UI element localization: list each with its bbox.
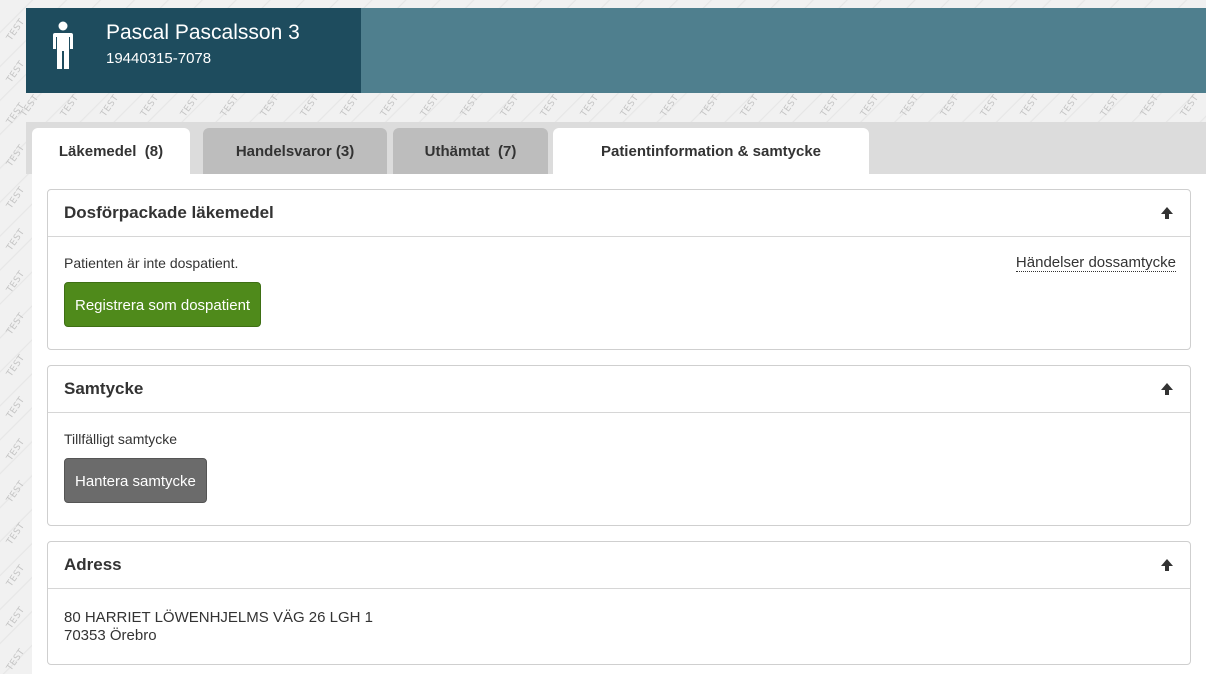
panel-body: Patienten är inte dospatient. Händelser …: [48, 237, 1190, 327]
test-watermark: TEST: [299, 93, 322, 119]
tab-label: Uthämtat (7): [424, 142, 517, 160]
test-watermark: TEST: [5, 59, 28, 85]
handelser-dossamtycke-link[interactable]: Händelser dossamtycke: [1015, 254, 1176, 272]
arrow-up-icon[interactable]: [1160, 382, 1174, 396]
test-watermark: TEST: [259, 93, 282, 119]
test-watermark: TEST: [5, 311, 28, 337]
test-watermark: TEST: [1019, 93, 1042, 119]
hantera-samtycke-button[interactable]: Hantera samtycke: [64, 458, 207, 503]
panel-dosforpackade: Dosförpackade läkemedel Patienten är int…: [47, 189, 1191, 350]
test-watermark: TEST: [5, 479, 28, 505]
tab-label: Läkemedel (8): [58, 142, 164, 160]
test-watermark: TEST: [499, 93, 522, 119]
test-watermark: TEST: [5, 227, 28, 253]
test-watermark: TEST: [5, 521, 28, 547]
test-watermark: TEST: [179, 93, 202, 119]
test-watermark: TEST: [1099, 93, 1122, 119]
test-watermark: TEST: [99, 93, 122, 119]
tab-lakemedel[interactable]: Läkemedel (8): [32, 128, 190, 174]
test-watermark: TEST: [5, 437, 28, 463]
test-watermark: TEST: [219, 93, 242, 119]
patient-personal-number: 19440315-7078: [106, 50, 212, 67]
panel-header[interactable]: Samtycke: [48, 366, 1190, 413]
test-watermark: TEST: [5, 143, 28, 169]
test-watermark: TEST: [899, 93, 922, 119]
test-watermark: TEST: [619, 93, 642, 119]
test-watermark: TEST: [5, 647, 28, 673]
test-watermark: TEST: [5, 353, 28, 379]
test-watermark: TEST: [459, 93, 482, 119]
registrera-dospatient-button[interactable]: Registrera som dospatient: [64, 282, 262, 327]
panel-header[interactable]: Dosförpackade läkemedel: [48, 190, 1190, 237]
test-watermark: TEST: [5, 563, 28, 589]
person-icon: [53, 21, 73, 69]
tab-patientinformation[interactable]: Patientinformation & samtycke: [553, 128, 869, 174]
test-watermark: TEST: [5, 17, 28, 43]
test-watermark: TEST: [1139, 93, 1162, 119]
test-watermark: TEST: [5, 269, 28, 295]
arrow-up-icon[interactable]: [1160, 558, 1174, 572]
tab-uthamtat[interactable]: Uthämtat (7): [393, 128, 548, 174]
test-watermark: TEST: [379, 93, 402, 119]
test-watermark: TEST: [339, 93, 362, 119]
test-watermark: TEST: [979, 93, 1002, 119]
test-watermark: TEST: [819, 93, 842, 119]
panel-body: 80 HARRIET LÖWENHJELMS VÄG 26 LGH 1 7035…: [48, 589, 1190, 645]
test-watermark: TEST: [579, 93, 602, 119]
test-watermark: TEST: [779, 93, 802, 119]
address-street: 80 HARRIET LÖWENHJELMS VÄG 26 LGH 1: [64, 609, 373, 626]
dos-status-text: Patienten är inte dospatient.: [64, 255, 239, 271]
tab-label: Patientinformation & samtycke: [600, 142, 822, 160]
samtycke-status-text: Tillfälligt samtycke: [64, 431, 178, 447]
panel-title: Samtycke: [64, 379, 144, 398]
tab-label: Handelsvaror (3): [235, 142, 355, 160]
test-watermark: TEST: [939, 93, 962, 119]
panel-header[interactable]: Adress: [48, 542, 1190, 589]
address-postal: 70353 Örebro: [64, 627, 157, 644]
test-watermark: TEST: [859, 93, 882, 119]
test-watermark: TEST: [59, 93, 82, 119]
panel-body: Tillfälligt samtycke Hantera samtycke: [48, 413, 1190, 503]
arrow-up-icon[interactable]: [1160, 206, 1174, 220]
panel-title: Dosförpackade läkemedel: [64, 203, 274, 222]
patient-name: Pascal Pascalsson 3: [106, 21, 300, 44]
test-watermark: TEST: [5, 395, 28, 421]
test-watermark: TEST: [659, 93, 682, 119]
panel-adress: Adress 80 HARRIET LÖWENHJELMS VÄG 26 LGH…: [47, 541, 1191, 665]
test-watermark: TEST: [539, 93, 562, 119]
test-watermark: TEST: [139, 93, 162, 119]
panel-title: Adress: [64, 555, 122, 574]
test-watermark: TEST: [739, 93, 762, 119]
test-watermark: TEST: [5, 605, 28, 631]
main-content: Dosförpackade läkemedel Patienten är int…: [32, 174, 1206, 674]
test-watermark: TEST: [699, 93, 722, 119]
tab-handelsvaror[interactable]: Handelsvaror (3): [203, 128, 387, 174]
panel-samtycke: Samtycke Tillfälligt samtycke Hantera sa…: [47, 365, 1191, 526]
test-watermark: TEST: [5, 185, 28, 211]
test-watermark: TEST: [1059, 93, 1082, 119]
test-watermark: TEST: [419, 93, 442, 119]
patient-card[interactable]: Pascal Pascalsson 3 19440315-7078: [26, 8, 361, 93]
test-watermark: TEST: [1179, 93, 1202, 119]
